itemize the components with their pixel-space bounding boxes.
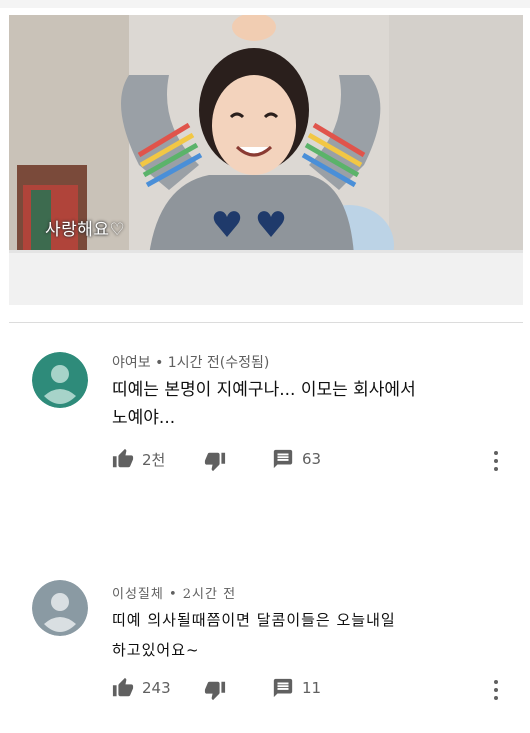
more-vert-icon[interactable] bbox=[493, 449, 501, 473]
avatar[interactable] bbox=[32, 580, 88, 636]
video-caption: 사랑해요♡ bbox=[45, 220, 126, 240]
top-bar bbox=[0, 0, 530, 8]
comment-actions: 243 11 bbox=[112, 677, 512, 701]
like-count: 2천 bbox=[142, 450, 166, 469]
reply-button[interactable]: 11 bbox=[272, 677, 321, 699]
more-vert-icon[interactable] bbox=[493, 678, 501, 702]
thumb-down-icon bbox=[204, 452, 226, 472]
reply-count: 63 bbox=[302, 450, 322, 468]
like-button[interactable]: 2천 bbox=[112, 448, 165, 470]
thumb-up-icon bbox=[112, 448, 134, 468]
reply-button[interactable]: 63 bbox=[272, 448, 321, 470]
comment-text: 띠예 의사될때쯤이면 달콤이들은 오늘내일 하고있어요~ bbox=[112, 605, 492, 665]
thumb-up-icon bbox=[112, 677, 134, 697]
thumb-down-icon bbox=[204, 681, 226, 701]
comment-text-line: 띠예는 본명이 지예구나... 이모는 회사에서 bbox=[112, 380, 416, 400]
default-user-icon bbox=[32, 580, 88, 636]
comment-text-line: 띠예 의사될때쯤이면 달콤이들은 오늘내일 bbox=[112, 611, 396, 629]
dislike-button[interactable] bbox=[204, 679, 226, 701]
comment-meta: 이성질체 • 2시간 전 bbox=[112, 587, 237, 602]
reply-icon bbox=[273, 449, 293, 469]
comment-text: 띠예는 본명이 지예구나... 이모는 회사에서 노예야... bbox=[112, 376, 492, 432]
avatar[interactable] bbox=[32, 352, 88, 408]
comment-actions: 2천 63 bbox=[112, 448, 512, 472]
comment-text-line: 하고있어요~ bbox=[112, 641, 200, 659]
reply-icon bbox=[273, 678, 293, 698]
like-count: 243 bbox=[142, 679, 171, 697]
comment-text-line: 노예야... bbox=[112, 408, 176, 428]
dislike-button[interactable] bbox=[204, 450, 226, 472]
reply-count: 11 bbox=[302, 679, 322, 697]
like-button[interactable]: 243 bbox=[112, 677, 171, 699]
video-frame-image bbox=[9, 15, 523, 305]
video-thumbnail[interactable]: 사랑해요♡ bbox=[9, 15, 523, 305]
divider bbox=[9, 322, 523, 323]
comment-meta: 야여보 • 1시간 전(수정됨) bbox=[112, 355, 270, 371]
default-user-icon bbox=[32, 352, 88, 408]
